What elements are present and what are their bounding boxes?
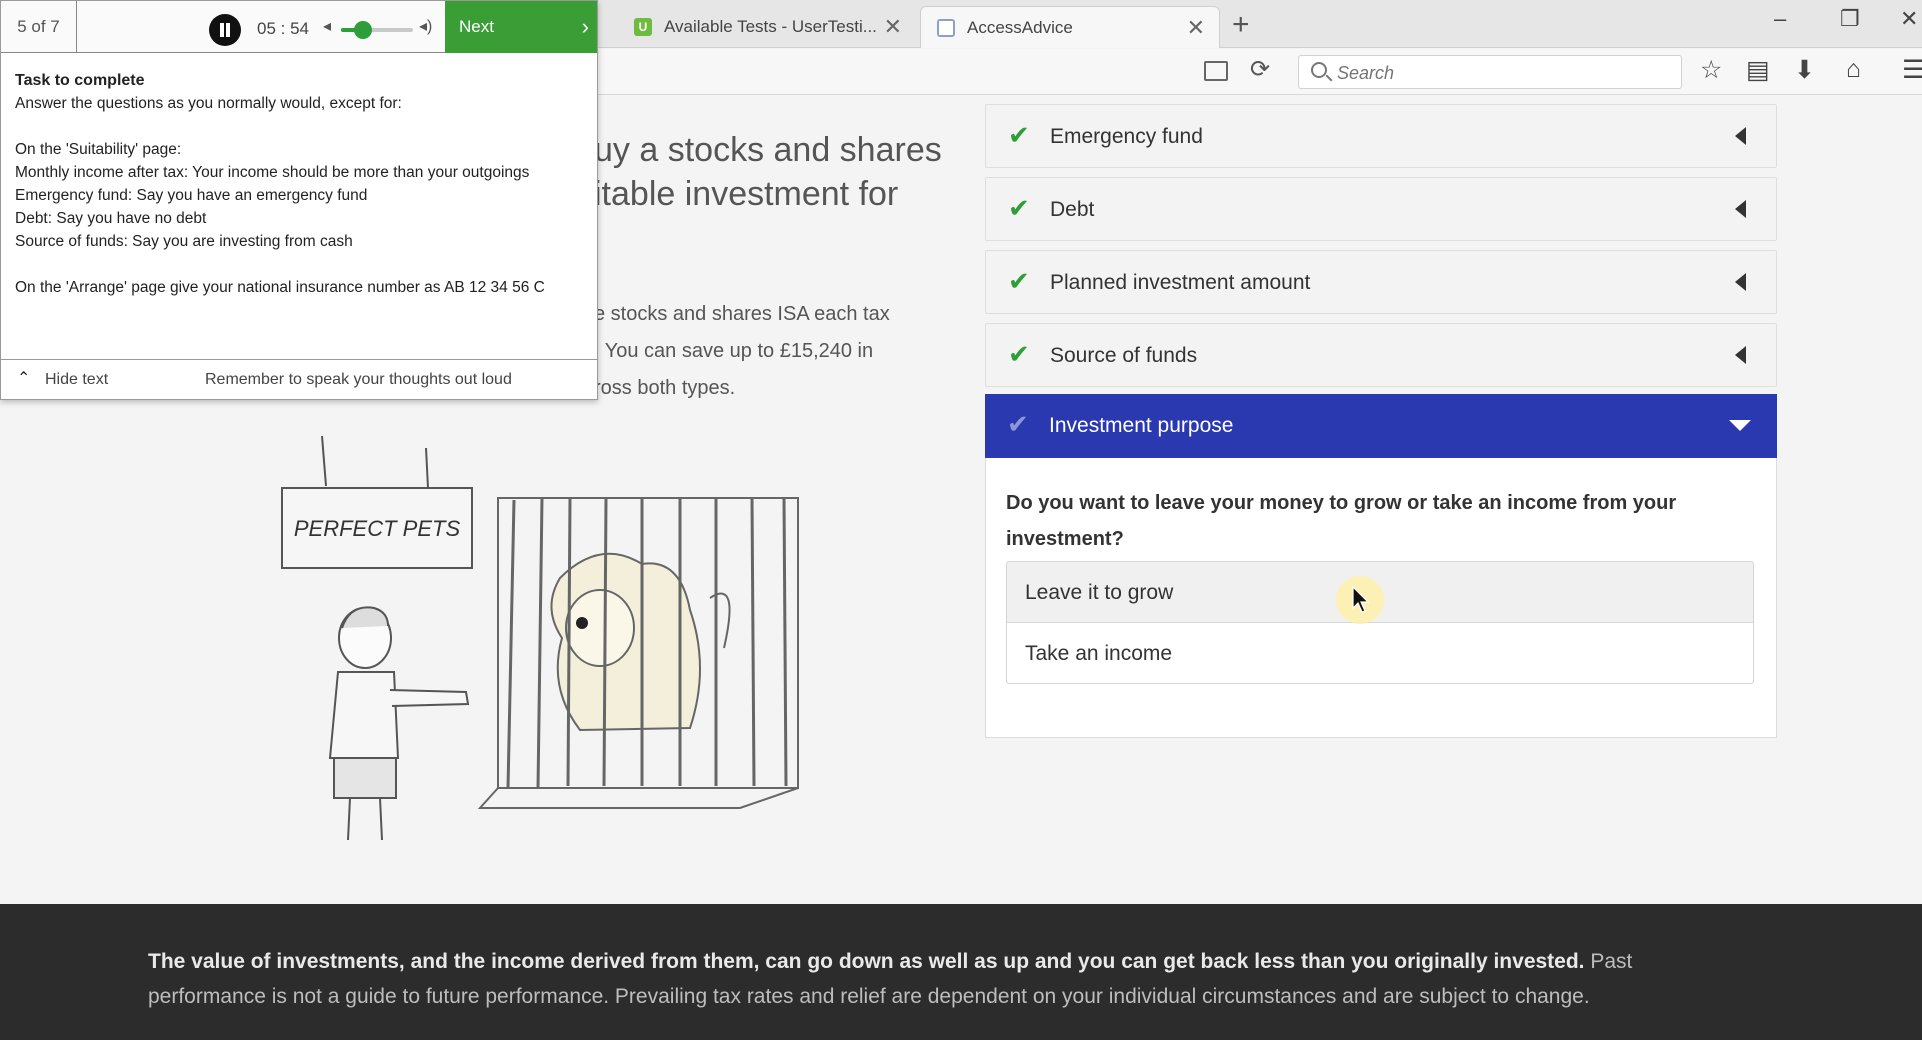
usertesting-task-panel: 5 of 7 05 : 54 ◂ ◂) Next › Task to compl… <box>0 0 598 400</box>
bookmark-star-icon[interactable]: ☆ <box>1700 55 1722 85</box>
accordion-header-investment-purpose[interactable]: ✔ Investment purpose <box>985 394 1777 458</box>
search-input[interactable] <box>1337 60 1667 86</box>
close-icon[interactable]: ✕ <box>884 16 902 38</box>
menu-icon[interactable]: ☰ <box>1902 55 1922 85</box>
task-title: Task to complete <box>15 72 145 89</box>
task-line: Debt: Say you have no debt <box>15 210 207 227</box>
option-label: Take an income <box>1025 642 1173 665</box>
usertesting-icon: U <box>634 18 652 36</box>
accordion-item-planned-investment-amount[interactable]: ✔ Planned investment amount <box>985 250 1777 314</box>
task-line-spacer <box>15 253 585 276</box>
volume-high-icon: ◂) <box>419 18 433 35</box>
volume-slider[interactable] <box>341 21 413 39</box>
home-icon[interactable]: ⌂ <box>1846 55 1861 84</box>
accordion-item-label: Source of funds <box>1050 344 1198 367</box>
footer-disclaimer-bold: The value of investments, and the income… <box>148 950 1585 973</box>
checkmark-icon: ✔ <box>1008 193 1030 223</box>
checkmark-icon: ✔ <box>1008 120 1030 150</box>
chevron-right-icon: › <box>581 14 589 39</box>
speak-reminder: Remember to speak your thoughts out loud <box>205 371 512 388</box>
option-label: Leave it to grow <box>1025 581 1174 604</box>
task-line: Source of funds: Say you are investing f… <box>15 233 353 250</box>
volume-low-icon: ◂ <box>323 18 332 35</box>
task-instructions: Task to complete Answer the questions as… <box>15 69 585 299</box>
tab-usertesting[interactable]: U Available Tests - UserTesti... ✕ <box>618 6 916 48</box>
search-box[interactable] <box>1298 55 1682 89</box>
minimize-button[interactable]: – <box>1774 6 1786 32</box>
perfect-pets-illustration: PERFECT PETS <box>281 435 799 841</box>
search-icon <box>1311 62 1327 78</box>
task-line: Monthly income after tax: Your income sh… <box>15 164 530 181</box>
risk-warning-footer: The value of investments, and the income… <box>0 904 1922 1040</box>
usertesting-footer: ⌃ Hide text Remember to speak your thoug… <box>1 359 597 399</box>
caret-down-icon <box>1729 420 1751 431</box>
task-line-spacer <box>15 115 585 138</box>
clipboard-icon[interactable]: ▤ <box>1746 55 1770 85</box>
usertesting-controls: 5 of 7 05 : 54 ◂ ◂) Next › <box>1 1 597 53</box>
accordion-item-label: Emergency fund <box>1050 125 1203 148</box>
cursor-highlight <box>1336 576 1384 624</box>
accordion-item-source-of-funds[interactable]: ✔ Source of funds <box>985 323 1777 387</box>
option-take-an-income[interactable]: Take an income <box>1006 622 1754 684</box>
chevron-up-icon[interactable]: ⌃ <box>17 368 30 388</box>
task-line: Answer the questions as you normally wou… <box>15 95 402 112</box>
hide-text-button[interactable]: Hide text <box>45 371 108 389</box>
tab-title: AccessAdvice <box>967 17 1073 37</box>
recording-timer: 05 : 54 <box>257 19 309 38</box>
task-line: Emergency fund: Say you have an emergenc… <box>15 187 368 204</box>
mouse-pointer-icon <box>1352 586 1370 613</box>
accordion-item-debt[interactable]: ✔ Debt <box>985 177 1777 241</box>
checkmark-icon: ✔ <box>1007 409 1029 439</box>
checkmark-icon: ✔ <box>1008 339 1030 369</box>
pause-icon[interactable] <box>209 14 241 46</box>
caret-left-icon <box>1735 273 1746 291</box>
next-task-button[interactable]: Next › <box>445 1 597 53</box>
caret-left-icon <box>1735 346 1746 364</box>
new-tab-button[interactable]: + <box>1232 8 1250 42</box>
volume-slider-thumb[interactable] <box>353 21 372 39</box>
accordion-item-label: Debt <box>1050 198 1095 221</box>
task-line: On the 'Suitability' page: <box>15 141 182 158</box>
sign-text: PERFECT PETS <box>294 516 461 541</box>
tab-title: Available Tests - UserTesti... <box>664 17 877 36</box>
accordion-item-label: Planned investment amount <box>1050 271 1311 294</box>
close-icon[interactable]: ✕ <box>1187 17 1205 39</box>
download-icon[interactable]: ⬇ <box>1794 55 1815 85</box>
footer-disclaimer: The value of investments, and the income… <box>148 944 1748 1014</box>
caret-left-icon <box>1735 200 1746 218</box>
investment-purpose-question: Do you want to leave your money to grow … <box>1006 492 1677 550</box>
page-icon <box>937 18 955 37</box>
page-heading: uy a stocks and shares itable investment… <box>594 131 942 213</box>
caret-left-icon <box>1735 127 1746 145</box>
checkmark-icon: ✔ <box>1008 266 1030 296</box>
next-label: Next <box>459 17 494 36</box>
reload-icon[interactable]: ⟳ <box>1250 55 1270 84</box>
accordion-item-label: Investment purpose <box>1049 414 1234 437</box>
accordion-item-investment-purpose: ✔ Investment purpose Do you want to leav… <box>985 394 1777 738</box>
task-step-counter: 5 of 7 <box>1 1 77 53</box>
reader-view-icon[interactable] <box>1204 61 1228 81</box>
tab-accessadvice[interactable]: AccessAdvice ✕ <box>920 6 1220 48</box>
accordion-item-emergency-fund[interactable]: ✔ Emergency fund <box>985 104 1777 168</box>
window-close-button[interactable]: ✕ <box>1900 6 1918 32</box>
intro-text: e stocks and shares ISA each tax . You c… <box>594 303 890 399</box>
task-line: On the 'Arrange' page give your national… <box>15 279 545 296</box>
restore-button[interactable]: ❐ <box>1840 6 1860 32</box>
